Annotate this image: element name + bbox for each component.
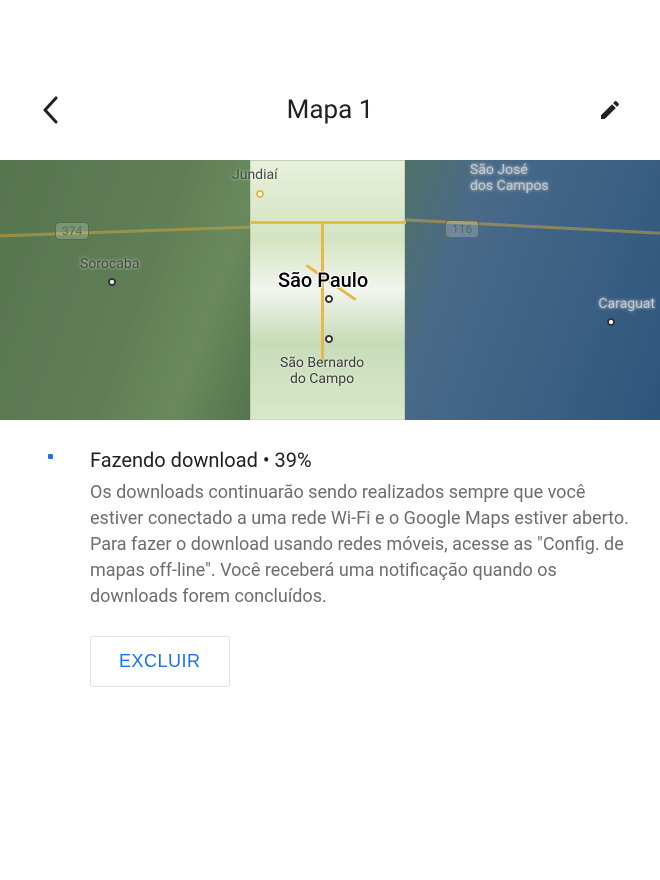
- city-marker: [256, 190, 264, 198]
- city-marker: [108, 278, 116, 286]
- download-status-section: Fazendo download • 39% Os downloads cont…: [0, 420, 660, 717]
- action-button-row: EXCLUIR: [90, 636, 630, 687]
- pencil-icon: [598, 98, 622, 122]
- city-marker-main: [325, 295, 333, 303]
- download-description: Os downloads continuarão sendo realizado…: [90, 480, 630, 610]
- delete-button[interactable]: EXCLUIR: [90, 636, 230, 687]
- status-text-column: Fazendo download • 39% Os downloads cont…: [90, 448, 630, 687]
- city-marker: [607, 318, 615, 326]
- road-shield-116: 116: [445, 220, 479, 238]
- status-percent: 39%: [275, 448, 312, 472]
- edit-button[interactable]: [590, 90, 630, 130]
- city-label-caraguat: Caraguat: [598, 296, 655, 312]
- city-marker: [325, 335, 333, 343]
- page-title: Mapa 1: [287, 95, 374, 125]
- status-separator: •: [263, 448, 275, 472]
- status-label: Fazendo download: [90, 448, 258, 472]
- city-label-sao-jose: São José dos Campos: [470, 162, 549, 194]
- loading-spinner-icon: [48, 454, 53, 459]
- city-label-jundiai: Jundiaí: [232, 167, 278, 183]
- spinner-column: [30, 448, 70, 687]
- map-preview[interactable]: Jundiaí São José dos Campos Sorocaba 374…: [0, 160, 660, 420]
- download-status-line: Fazendo download • 39%: [90, 448, 630, 472]
- road-shield-374: 374: [55, 222, 89, 240]
- city-label-main: São Paulo: [278, 268, 368, 292]
- city-label-sao-bernardo: São Bernardo do Campo: [280, 355, 364, 387]
- back-button[interactable]: [30, 90, 70, 130]
- city-label-sorocaba: Sorocaba: [80, 256, 139, 272]
- chevron-left-icon: [42, 96, 58, 124]
- header-bar: Mapa 1: [0, 0, 660, 160]
- road-line: [251, 221, 406, 224]
